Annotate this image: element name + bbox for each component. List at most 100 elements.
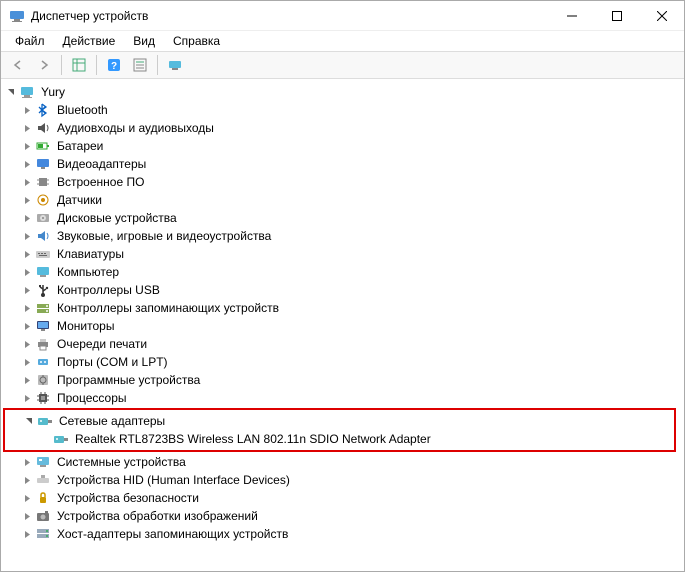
tree-category-label: Сетевые адаптеры	[57, 412, 167, 430]
expand-arrow-icon[interactable]	[19, 318, 35, 334]
expand-arrow-icon[interactable]	[19, 174, 35, 190]
printer-icon	[35, 336, 51, 352]
tree-category[interactable]: Контроллеры USB	[3, 281, 682, 299]
expand-arrow-icon[interactable]	[19, 228, 35, 244]
tree-device-label: Realtek RTL8723BS Wireless LAN 802.11n S…	[73, 430, 433, 448]
expand-arrow-icon[interactable]	[19, 490, 35, 506]
tree-category-label: Контроллеры USB	[55, 281, 162, 299]
computer-icon	[35, 264, 51, 280]
tree-category-label: Устройства HID (Human Interface Devices)	[55, 471, 292, 489]
tree-category-label: Звуковые, игровые и видеоустройства	[55, 227, 273, 245]
toolbar-separator	[157, 55, 158, 75]
tree-category-label: Видеоадаптеры	[55, 155, 148, 173]
tree-category[interactable]: Программные устройства	[3, 371, 682, 389]
expand-arrow-icon[interactable]	[19, 526, 35, 542]
highlighted-section: Сетевые адаптеры Realtek RTL8723BS Wirel…	[3, 408, 676, 452]
expand-arrow-icon[interactable]	[19, 102, 35, 118]
disk-icon	[35, 210, 51, 226]
tree-category[interactable]: Аудиовходы и аудиовыходы	[3, 119, 682, 137]
tree-category-label: Мониторы	[55, 317, 116, 335]
hid-icon	[35, 472, 51, 488]
network-adapter-icon	[37, 413, 53, 429]
menu-help[interactable]: Справка	[165, 32, 228, 50]
tree-category[interactable]: Устройства безопасности	[3, 489, 682, 507]
window-title: Диспетчер устройств	[31, 9, 549, 23]
tree-category[interactable]: Компьютер	[3, 263, 682, 281]
menu-file[interactable]: Файл	[7, 32, 53, 50]
tree-category-label: Встроенное ПО	[55, 173, 146, 191]
tree-category[interactable]: Процессоры	[3, 389, 682, 407]
maximize-button[interactable]	[594, 1, 639, 31]
port-icon	[35, 354, 51, 370]
tree-category[interactable]: Устройства обработки изображений	[3, 507, 682, 525]
minimize-button[interactable]	[549, 1, 594, 31]
processor-icon	[35, 390, 51, 406]
menu-action[interactable]: Действие	[55, 32, 124, 50]
tree-category-label: Порты (COM и LPT)	[55, 353, 170, 371]
tree-category[interactable]: Видеоадаптеры	[3, 155, 682, 173]
usb-icon	[35, 282, 51, 298]
bluetooth-icon	[35, 102, 51, 118]
imaging-icon	[35, 508, 51, 524]
tree-category[interactable]: Дисковые устройства	[3, 209, 682, 227]
help-button[interactable]: ?	[103, 54, 125, 76]
expand-arrow-icon[interactable]	[19, 354, 35, 370]
tree-category-network-adapters[interactable]: Сетевые адаптеры	[5, 412, 674, 430]
expand-arrow-icon[interactable]	[19, 246, 35, 262]
expand-arrow-icon[interactable]	[19, 156, 35, 172]
titlebar: Диспетчер устройств	[1, 1, 684, 31]
expand-arrow-icon[interactable]	[21, 413, 37, 429]
back-button[interactable]	[7, 54, 29, 76]
properties-button[interactable]	[129, 54, 151, 76]
tree-category[interactable]: Bluetooth	[3, 101, 682, 119]
expand-arrow-icon[interactable]	[19, 390, 35, 406]
expand-arrow-icon[interactable]	[19, 472, 35, 488]
tree-category[interactable]: Датчики	[3, 191, 682, 209]
chip-icon	[35, 174, 51, 190]
tree-category[interactable]: Порты (COM и LPT)	[3, 353, 682, 371]
security-icon	[35, 490, 51, 506]
menu-view[interactable]: Вид	[125, 32, 163, 50]
tree-category[interactable]: Системные устройства	[3, 453, 682, 471]
tree-category-label: Процессоры	[55, 389, 129, 407]
tree-category[interactable]: Устройства HID (Human Interface Devices)	[3, 471, 682, 489]
expand-arrow-icon[interactable]	[19, 138, 35, 154]
show-hide-console-tree-button[interactable]	[68, 54, 90, 76]
tree-category-label: Системные устройства	[55, 453, 188, 471]
expand-arrow-icon[interactable]	[19, 192, 35, 208]
tree-category-label: Устройства безопасности	[55, 489, 201, 507]
computer-icon	[19, 84, 35, 100]
tree-category[interactable]: Звуковые, игровые и видеоустройства	[3, 227, 682, 245]
expand-arrow-icon[interactable]	[3, 84, 19, 100]
storage-ctrl-icon	[35, 300, 51, 316]
tree-device-realtek-wifi[interactable]: Realtek RTL8723BS Wireless LAN 802.11n S…	[5, 430, 674, 448]
expand-arrow-icon[interactable]	[19, 120, 35, 136]
sensor-icon	[35, 192, 51, 208]
system-icon	[35, 454, 51, 470]
tree-category[interactable]: Хост-адаптеры запоминающих устройств	[3, 525, 682, 543]
expand-arrow-icon[interactable]	[19, 210, 35, 226]
expand-arrow-icon[interactable]	[19, 508, 35, 524]
sound-icon	[35, 228, 51, 244]
tree-category[interactable]: Встроенное ПО	[3, 173, 682, 191]
expand-arrow-icon[interactable]	[19, 372, 35, 388]
tree-category[interactable]: Батареи	[3, 137, 682, 155]
forward-button[interactable]	[33, 54, 55, 76]
expand-arrow-icon[interactable]	[19, 264, 35, 280]
close-button[interactable]	[639, 1, 684, 31]
toolbar-separator	[96, 55, 97, 75]
expand-arrow-icon[interactable]	[19, 454, 35, 470]
tree-category[interactable]: Клавиатуры	[3, 245, 682, 263]
network-adapter-icon	[53, 431, 69, 447]
device-tree[interactable]: Yury BluetoothАудиовходы и аудиовыходыБа…	[1, 79, 684, 571]
expand-arrow-icon[interactable]	[19, 336, 35, 352]
app-icon	[9, 8, 25, 24]
expand-arrow-icon[interactable]	[19, 282, 35, 298]
tree-category[interactable]: Контроллеры запоминающих устройств	[3, 299, 682, 317]
tree-category[interactable]: Очереди печати	[3, 335, 682, 353]
host-storage-icon	[35, 526, 51, 542]
scan-hardware-button[interactable]	[164, 54, 186, 76]
tree-category[interactable]: Мониторы	[3, 317, 682, 335]
expand-arrow-icon[interactable]	[19, 300, 35, 316]
tree-root-node[interactable]: Yury	[3, 83, 682, 101]
